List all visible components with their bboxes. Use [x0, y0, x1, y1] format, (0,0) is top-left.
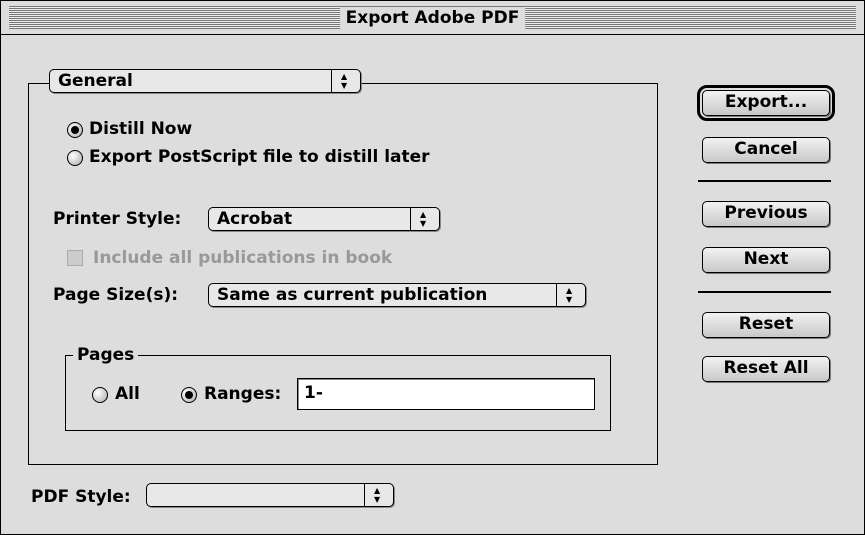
- page-ranges-input[interactable]: 1-: [297, 378, 595, 410]
- pages-ranges-label: Ranges:: [204, 384, 282, 404]
- page-sizes-select[interactable]: Same as current publication: [208, 280, 586, 311]
- next-button[interactable]: Next: [702, 247, 830, 273]
- button-separator: [698, 180, 831, 182]
- reset-all-button[interactable]: Reset All: [702, 356, 830, 382]
- export-button[interactable]: Export...: [697, 85, 835, 121]
- page-sizes-value: Same as current publication: [217, 285, 488, 305]
- include-publications-label: Include all publications in book: [93, 248, 393, 268]
- pdf-style-select[interactable]: [146, 480, 394, 511]
- export-postscript-label: Export PostScript file to distill later: [89, 147, 430, 167]
- pages-ranges-radio[interactable]: [181, 387, 197, 403]
- pages-all-label: All: [115, 384, 140, 404]
- dialog-title: Export Adobe PDF: [339, 7, 526, 29]
- page-sizes-label: Page Size(s):: [53, 285, 179, 305]
- panel-select-value: General: [58, 71, 133, 91]
- include-publications-checkbox[interactable]: [67, 250, 83, 266]
- title-bar[interactable]: Export Adobe PDF: [1, 1, 864, 35]
- distill-now-label: Distill Now: [89, 119, 193, 139]
- updown-arrows-icon: [331, 66, 360, 97]
- previous-button[interactable]: Previous: [702, 201, 830, 227]
- panel-select[interactable]: General: [49, 66, 361, 97]
- export-adobe-pdf-dialog: Export Adobe PDF General Distill Now Exp…: [0, 0, 865, 535]
- export-postscript-radio[interactable]: [67, 150, 83, 166]
- printer-style-label: Printer Style:: [53, 209, 182, 229]
- printer-style-select[interactable]: Acrobat: [208, 204, 440, 235]
- pdf-style-label: PDF Style:: [31, 487, 131, 507]
- updown-arrows-icon: [364, 480, 393, 511]
- button-separator: [698, 291, 831, 293]
- reset-button[interactable]: Reset: [702, 312, 830, 338]
- pages-legend: Pages: [73, 345, 139, 365]
- cancel-button[interactable]: Cancel: [702, 137, 830, 163]
- pages-all-radio[interactable]: [92, 387, 108, 403]
- printer-style-value: Acrobat: [217, 209, 293, 229]
- updown-arrows-icon: [556, 280, 585, 311]
- distill-now-radio[interactable]: [67, 122, 83, 138]
- updown-arrows-icon: [410, 204, 439, 235]
